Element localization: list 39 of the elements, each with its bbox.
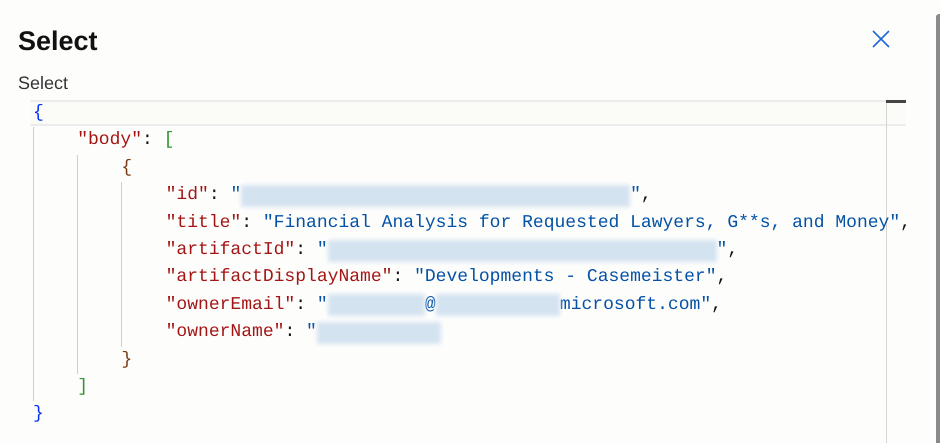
close-icon bbox=[871, 29, 891, 49]
code-string: " bbox=[316, 238, 328, 262]
scrollbar[interactable] bbox=[936, 14, 940, 443]
code-string: " bbox=[306, 321, 317, 344]
code-string: microsoft.com" bbox=[560, 294, 712, 317]
code-string: "Developments - Casemeister" bbox=[414, 266, 717, 290]
dialog-title: Select bbox=[18, 25, 98, 58]
code-string: "Financial Analysis for Requested Lawyers, G**s, and Money" bbox=[262, 212, 900, 235]
code-punctuation: : bbox=[392, 266, 404, 290]
code-punctuation: , bbox=[900, 212, 911, 235]
code-string: " bbox=[630, 184, 641, 208]
code-punctuation: : bbox=[142, 129, 154, 152]
code-key: "ownerEmail" bbox=[166, 292, 296, 320]
code-punctuation: , bbox=[716, 266, 728, 290]
code-bracket: { bbox=[121, 156, 132, 180]
code-key: "body" bbox=[77, 127, 142, 155]
code-bracket: [ bbox=[164, 129, 174, 152]
code-key: "artifactId" bbox=[166, 236, 296, 264]
code-string: " bbox=[716, 238, 728, 262]
code-key: "ownerName" bbox=[166, 319, 284, 347]
code-bracket: ] bbox=[77, 376, 88, 399]
code-punctuation: , bbox=[640, 184, 652, 208]
code-punctuation: : bbox=[284, 321, 296, 344]
code-key: "title" bbox=[166, 210, 242, 237]
field-label: Select bbox=[17, 72, 70, 94]
code-punctuation: : bbox=[295, 238, 308, 262]
code-key: "id" bbox=[166, 182, 209, 210]
code-punctuation: : bbox=[241, 212, 254, 235]
code-string: @ bbox=[424, 294, 436, 317]
code-bracket: } bbox=[121, 348, 132, 372]
code-punctuation: : bbox=[295, 294, 308, 317]
code-punctuation: : bbox=[208, 184, 221, 208]
code-punctuation: , bbox=[711, 294, 722, 317]
code-string: " bbox=[316, 294, 328, 317]
code-bracket: { bbox=[33, 102, 44, 125]
code-bracket: } bbox=[33, 403, 44, 426]
code-punctuation: , bbox=[727, 238, 738, 262]
code-string: " bbox=[230, 184, 242, 208]
code-key: "artifactDisplayName" bbox=[166, 264, 392, 292]
